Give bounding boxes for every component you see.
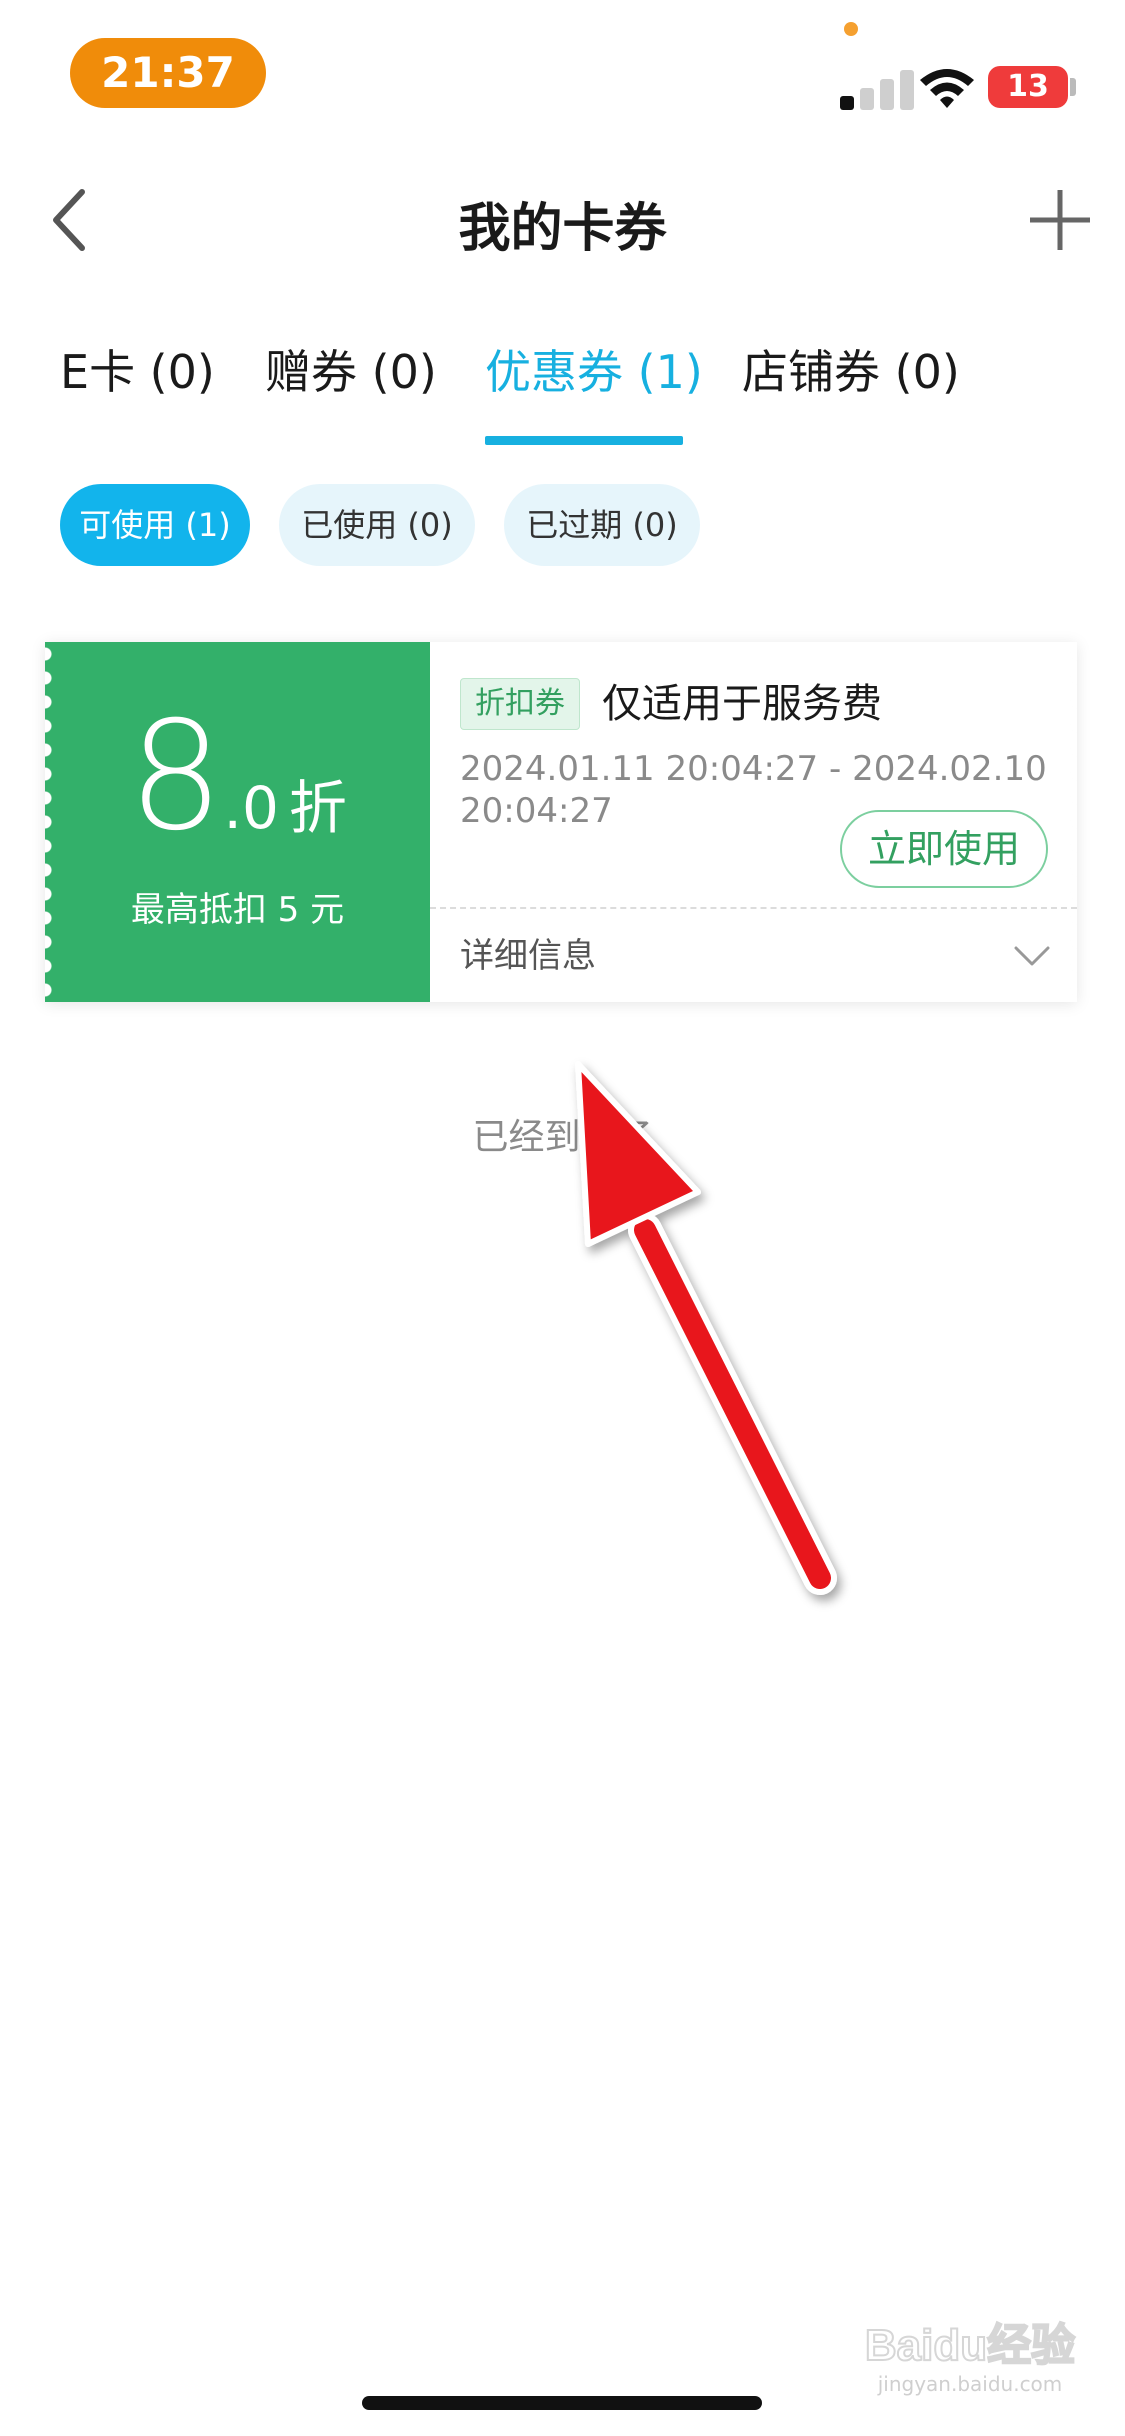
coupon-title: 仅适用于服务费 xyxy=(602,681,882,727)
tab-e-card[interactable]: E卡 (0) xyxy=(60,336,215,402)
wifi-icon xyxy=(920,69,974,108)
tab-discount-coupon[interactable]: 优惠券 (1) xyxy=(485,336,703,402)
discount-decimal: .0 xyxy=(223,774,279,842)
home-indicator[interactable] xyxy=(362,2396,762,2410)
discount-value: 8.0 折 xyxy=(45,702,430,852)
privacy-indicator-dot xyxy=(844,22,858,36)
status-filters: 可使用 (1) 已使用 (0) 已过期 (0) xyxy=(0,484,1125,568)
coupon-value-panel: 8.0 折 最高抵扣 5 元 xyxy=(45,642,430,1002)
discount-integer: 8 xyxy=(128,690,224,864)
nav-bar: 我的卡券 xyxy=(0,150,1125,290)
category-tabs: E卡 (0) 赠券 (0) 优惠券 (1) 店铺券 (0) xyxy=(0,320,1125,450)
watermark-logo: Baidu经验 xyxy=(865,2321,1075,2370)
details-toggle[interactable]: 详细信息 xyxy=(460,928,596,977)
coupon-card[interactable]: 8.0 折 最高抵扣 5 元 折扣券 仅适用于服务费 2024.01.11 20:… xyxy=(45,642,1077,1002)
active-tab-indicator xyxy=(485,436,683,445)
battery-level: 13 xyxy=(1007,69,1049,104)
use-now-button[interactable]: 立即使用 xyxy=(840,810,1048,888)
filter-available[interactable]: 可使用 (1) xyxy=(60,484,250,566)
status-time: 21:37 xyxy=(70,38,266,108)
max-deduction: 最高抵扣 5 元 xyxy=(130,890,345,930)
coupon-type-badge: 折扣券 xyxy=(460,678,580,730)
tab-store-coupon[interactable]: 店铺券 (0) xyxy=(742,336,960,402)
discount-unit: 折 xyxy=(288,774,347,842)
baidu-jingyan-watermark: Baidu经验 xyxy=(864,2320,1076,2371)
chevron-down-icon[interactable] xyxy=(1010,934,1054,978)
tab-gift-coupon[interactable]: 赠券 (0) xyxy=(265,336,437,402)
filter-expired[interactable]: 已过期 (0) xyxy=(504,484,700,566)
filter-used[interactable]: 已使用 (0) xyxy=(279,484,475,566)
battery-cap xyxy=(1070,78,1076,96)
watermark-url: jingyan.baidu.com xyxy=(877,2372,1063,2396)
status-bar: 21:37 13 xyxy=(0,0,1125,140)
divider xyxy=(430,907,1077,909)
coupon-info-panel: 折扣券 仅适用于服务费 2024.01.11 20:04:27 - 2024.0… xyxy=(430,642,1077,1002)
list-end-note: 已经到底了 xyxy=(472,1117,653,1158)
plus-icon[interactable] xyxy=(1020,180,1100,260)
battery-charging-icon: 13 xyxy=(988,66,1068,108)
page-title: 我的卡券 xyxy=(458,199,667,259)
signal-icon xyxy=(840,66,922,110)
coupon-scallop-edge xyxy=(1070,642,1077,1002)
